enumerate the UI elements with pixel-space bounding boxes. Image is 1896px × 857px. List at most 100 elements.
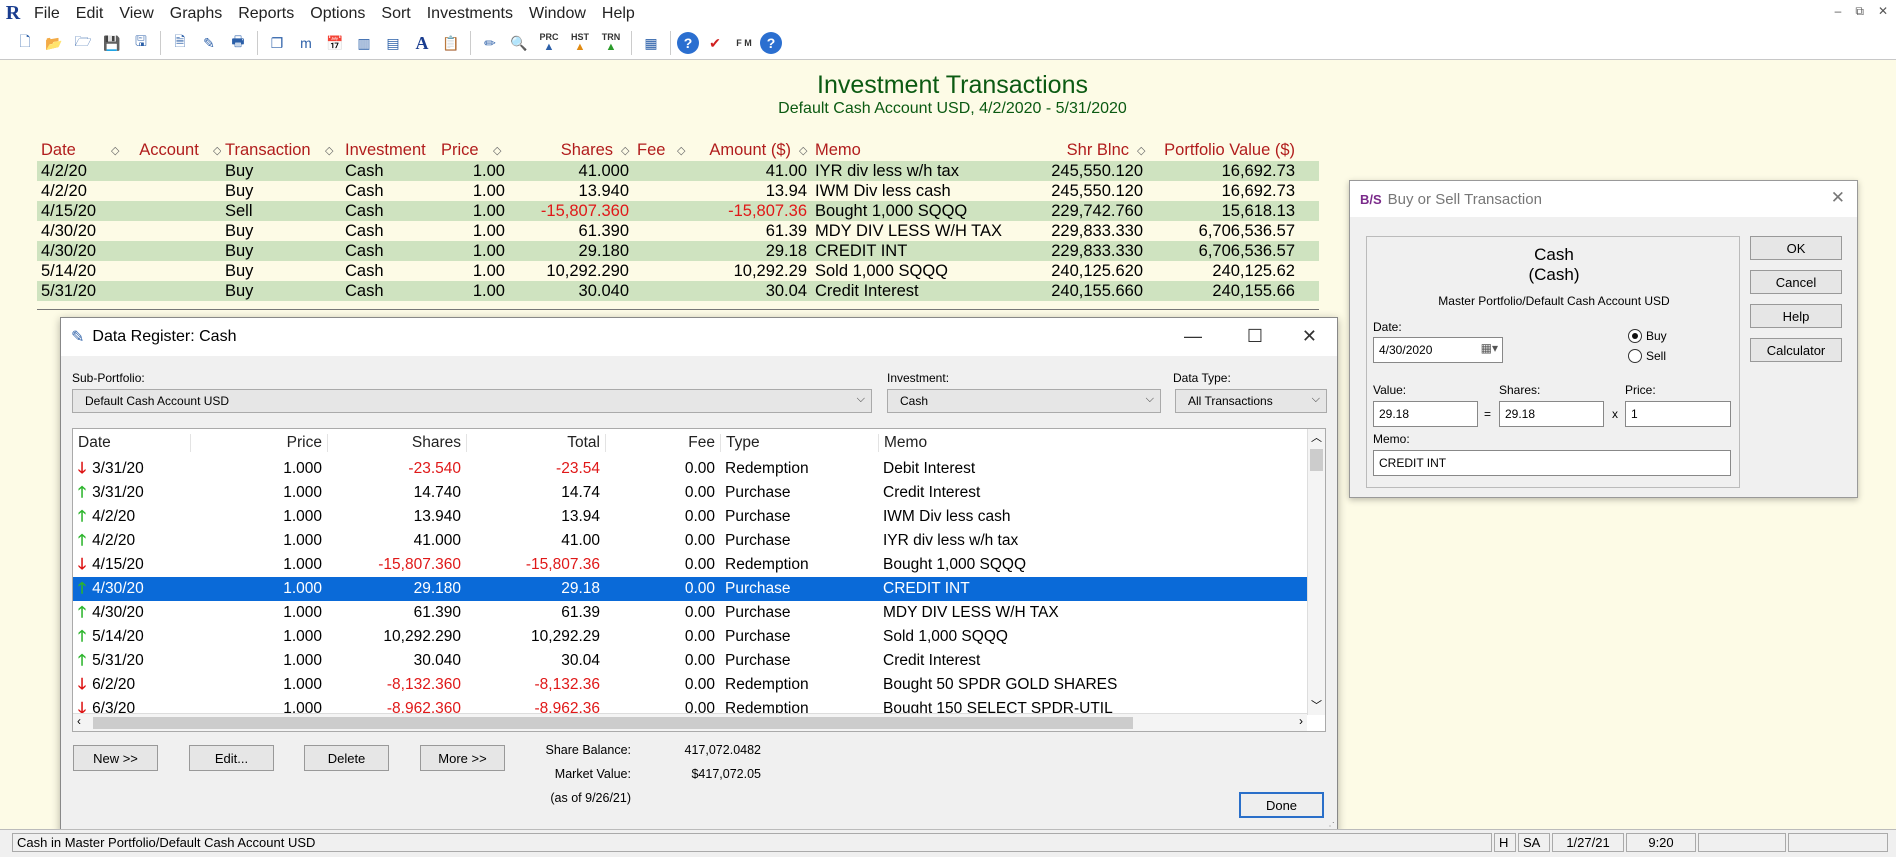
minimize-icon[interactable]: —: [1184, 326, 1202, 347]
ok-button[interactable]: OK: [1750, 236, 1842, 260]
print-icon[interactable]: 🖶: [225, 30, 251, 56]
scroll-up-icon[interactable]: ︿: [1308, 429, 1325, 445]
col-header-fee[interactable]: Fee: [633, 141, 673, 160]
report-row[interactable]: 4/30/20 Buy Cash 1.00 29.180 29.18 CREDIT INT 2…: [37, 241, 1319, 261]
investment-select[interactable]: Cash ⌵: [887, 389, 1161, 413]
delete-button[interactable]: Delete: [304, 745, 389, 771]
report-icon[interactable]: 🗎: [167, 30, 193, 56]
table-row[interactable]: 🡓 4/15/20 1.000 -15,807.360 -15,807.36 0.00 Re…: [73, 553, 1325, 577]
menu-graphs[interactable]: Graphs: [162, 5, 230, 23]
table-row[interactable]: 🡓 6/2/20 1.000 -8,132.360 -8,132.36 0.00 Redem…: [73, 673, 1325, 697]
font-icon[interactable]: A: [409, 30, 435, 56]
report-row[interactable]: 4/15/20 Sell Cash 1.00 -15,807.360 -15,807.36…: [37, 201, 1319, 221]
prc-button[interactable]: PRC ▲: [535, 30, 563, 56]
calendar-icon[interactable]: 📅: [322, 30, 348, 56]
col-header-transaction[interactable]: Transaction: [221, 141, 321, 160]
help-button[interactable]: Help: [1750, 304, 1842, 328]
help-icon[interactable]: ?: [760, 32, 782, 54]
col-header-price[interactable]: Price: [437, 141, 489, 160]
menu-reports[interactable]: Reports: [230, 5, 302, 23]
col-header-shares[interactable]: Shares: [509, 141, 617, 160]
zoom-icon[interactable]: 🔍: [506, 30, 532, 56]
fm-icon[interactable]: F M: [731, 30, 757, 56]
report-row[interactable]: 5/31/20 Buy Cash 1.00 30.040 30.04 Credit Inte…: [37, 281, 1319, 301]
sort-icon[interactable]: ◇: [209, 144, 221, 157]
new-file-icon[interactable]: 🗋: [12, 30, 38, 56]
maximize-icon[interactable]: ☐: [1247, 326, 1263, 347]
menu-sort[interactable]: Sort: [373, 5, 418, 23]
vertical-scrollbar[interactable]: ︿ ﹀: [1307, 429, 1325, 715]
report-row[interactable]: 4/30/20 Buy Cash 1.00 61.390 61.39 MDY DIV LES…: [37, 221, 1319, 241]
table-row[interactable]: 🡓 3/31/20 1.000 -23.540 -23.54 0.00 Redemption…: [73, 457, 1325, 481]
col-header-price[interactable]: Price: [190, 434, 327, 452]
menu-investments[interactable]: Investments: [419, 5, 521, 23]
report-row[interactable]: 5/14/20 Buy Cash 1.00 10,292.290 10,292.29 Sol…: [37, 261, 1319, 281]
scroll-thumb[interactable]: [93, 717, 1133, 729]
table-row[interactable]: 🡑 5/31/20 1.000 30.040 30.04 0.00 Purchase Cred…: [73, 649, 1325, 673]
more-button[interactable]: More >>: [420, 745, 505, 771]
scroll-thumb[interactable]: [1310, 449, 1323, 471]
save-icon[interactable]: 💾: [99, 30, 125, 56]
hst-button[interactable]: HST ▲: [566, 30, 594, 56]
format-icon[interactable]: ✎: [196, 30, 222, 56]
data-type-select[interactable]: All Transactions ⌵: [1175, 389, 1327, 413]
help-chat-icon[interactable]: ?: [677, 32, 699, 54]
menu-edit[interactable]: Edit: [68, 5, 112, 23]
scroll-right-icon[interactable]: ›: [1299, 714, 1303, 728]
col-header-amount[interactable]: Amount ($): [687, 141, 795, 160]
scroll-down-icon[interactable]: ﹀: [1308, 697, 1325, 713]
open-folder-icon[interactable]: 📂: [41, 30, 67, 56]
menu-window[interactable]: Window: [521, 5, 594, 23]
price-input[interactable]: 1: [1625, 401, 1731, 427]
col-header-shr-blnc[interactable]: Shr Blnc: [1023, 141, 1133, 160]
measure-icon[interactable]: m: [293, 30, 319, 56]
sort-icon[interactable]: ◇: [1133, 144, 1147, 157]
close-button[interactable]: ✕: [1878, 4, 1888, 19]
horizontal-scrollbar[interactable]: ‹ ›: [73, 713, 1307, 731]
value-input[interactable]: 29.18: [1373, 401, 1478, 427]
col-header-fee[interactable]: Fee: [605, 434, 720, 452]
columns-icon[interactable]: ▥: [351, 30, 377, 56]
menu-help[interactable]: Help: [594, 5, 643, 23]
col-header-shares[interactable]: Shares: [327, 434, 466, 452]
col-header-total[interactable]: Total: [466, 434, 605, 452]
cancel-button[interactable]: Cancel: [1750, 270, 1842, 294]
minimize-button[interactable]: –: [1835, 4, 1842, 19]
clipboard-icon[interactable]: 📋: [438, 30, 464, 56]
sort-icon[interactable]: ◇: [489, 144, 509, 157]
sort-icon[interactable]: ◇: [617, 144, 633, 157]
report-row[interactable]: 4/2/20 Buy Cash 1.00 13.940 13.94 IWM Div less…: [37, 181, 1319, 201]
shares-input[interactable]: 29.18: [1499, 401, 1604, 427]
trn-button[interactable]: TRN ▲: [597, 30, 625, 56]
table-row[interactable]: 🡑 5/14/20 1.000 10,292.290 10,292.29 0.00 Purc…: [73, 625, 1325, 649]
table-row[interactable]: 🡑 4/30/20 1.000 61.390 61.39 0.00 Purchase MDY …: [73, 601, 1325, 625]
sort-icon[interactable]: ◇: [107, 144, 129, 157]
col-header-memo[interactable]: Memo: [811, 141, 1023, 160]
sort-icon[interactable]: ◇: [795, 144, 811, 157]
sort-icon[interactable]: ◇: [673, 144, 687, 157]
sell-radio[interactable]: Sell: [1628, 349, 1666, 363]
col-header-date[interactable]: Date ^: [73, 434, 190, 452]
buy-radio[interactable]: Buy: [1628, 329, 1667, 343]
close-icon[interactable]: ✕: [1831, 188, 1845, 208]
menu-view[interactable]: View: [111, 5, 161, 23]
col-header-portfolio-value[interactable]: Portfolio Value ($): [1147, 141, 1299, 160]
sort-icon[interactable]: ◇: [321, 144, 341, 157]
calculator-button[interactable]: Calculator: [1750, 338, 1842, 362]
save-all-icon[interactable]: 🖫: [128, 30, 154, 56]
date-picker[interactable]: 4/30/2020 ▦▾: [1373, 337, 1503, 363]
open-multiple-icon[interactable]: 🗁: [70, 30, 96, 56]
table-row[interactable]: 🡑 4/2/20 1.000 41.000 41.00 0.00 Purchase IYR d…: [73, 529, 1325, 553]
close-icon[interactable]: ✕: [1302, 326, 1317, 347]
calculator-icon[interactable]: ▦: [638, 30, 664, 56]
copy-icon[interactable]: ❐: [264, 30, 290, 56]
menu-options[interactable]: Options: [302, 5, 373, 23]
col-header-account[interactable]: Account: [129, 141, 209, 160]
col-header-memo[interactable]: Memo: [878, 434, 1298, 452]
col-header-investment[interactable]: Investment: [341, 141, 437, 160]
col-header-type[interactable]: Type: [720, 434, 878, 452]
done-button[interactable]: Done: [1239, 792, 1324, 818]
page-icon[interactable]: ▤: [380, 30, 406, 56]
menu-file[interactable]: File: [26, 5, 68, 23]
report-row[interactable]: 4/2/20 Buy Cash 1.00 41.000 41.00 IYR div less…: [37, 161, 1319, 181]
